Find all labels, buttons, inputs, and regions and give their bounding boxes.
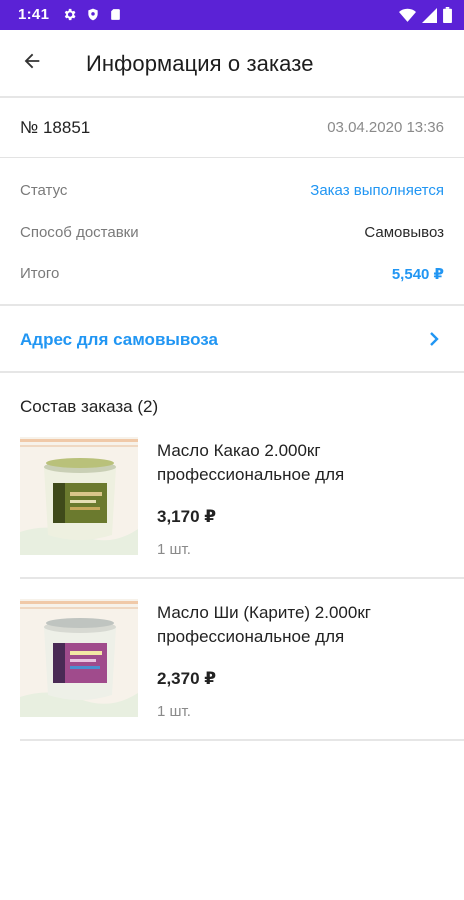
order-item[interactable]: Масло Ши (Карите) 2.000кг профессиональн…: [0, 599, 464, 759]
divider: [20, 739, 464, 741]
shield-icon: [86, 7, 100, 27]
page-title: Информация о заказе: [86, 51, 314, 76]
product-quantity: 1 шт.: [157, 541, 191, 558]
product-image: [20, 437, 138, 555]
status-time: 1:41: [18, 6, 50, 23]
back-button[interactable]: [14, 45, 50, 81]
order-composition-title: Состав заказа (2): [20, 397, 159, 416]
product-quantity: 1 шт.: [157, 703, 191, 720]
chevron-right-icon: [426, 329, 442, 349]
product-name: Масло Какао 2.000кг профессиональное для: [157, 441, 345, 484]
pickup-address-label: Адрес для самовывоза: [20, 330, 218, 349]
delivery-value: Самовывоз: [364, 224, 444, 241]
total-value: 5,540 ₽: [391, 266, 444, 283]
signal-icon: [422, 7, 437, 28]
divider: [0, 157, 464, 158]
order-number: № 18851: [20, 118, 91, 137]
divider: [0, 371, 464, 373]
delivery-label: Способ доставки: [20, 224, 139, 241]
product-price: 2,370 ₽: [157, 669, 217, 688]
toolbar: Информация о заказе: [0, 30, 464, 96]
status-label: Статус: [20, 182, 68, 199]
order-date: 03.04.2020 13:36: [327, 119, 444, 136]
total-label: Итого: [20, 265, 60, 282]
status-value: Заказ выполняется: [310, 182, 444, 199]
status-bar: 1:41: [0, 0, 464, 30]
divider: [20, 577, 464, 579]
gear-icon: [62, 7, 77, 27]
wifi-icon: [399, 8, 416, 28]
sd-card-icon: [109, 7, 122, 27]
product-name: Масло Ши (Карите) 2.000кг профессиональн…: [157, 603, 371, 646]
order-item[interactable]: Масло Какао 2.000кг профессиональное для…: [0, 437, 464, 597]
pickup-address-row[interactable]: Адрес для самовывоза: [0, 306, 464, 372]
arrow-left-icon: [21, 50, 43, 77]
product-price: 3,170 ₽: [157, 507, 217, 526]
battery-icon: [443, 7, 452, 28]
product-image: [20, 599, 138, 717]
toolbar-shadow: [0, 96, 464, 98]
